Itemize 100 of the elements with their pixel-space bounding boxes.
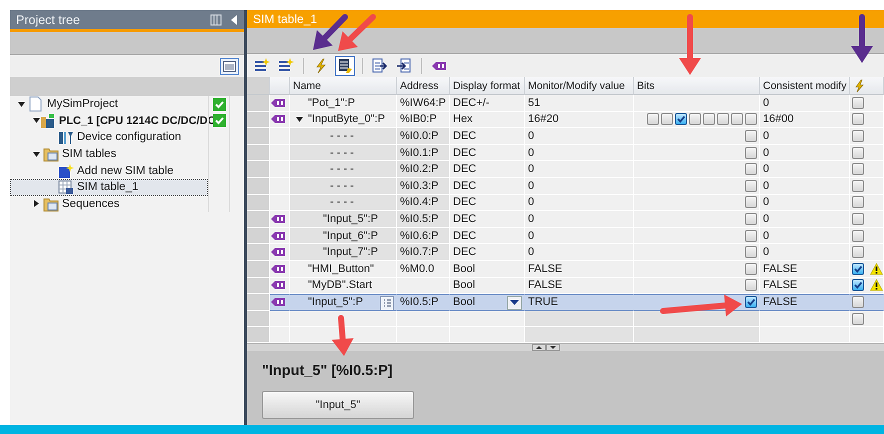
expanded-icon[interactable] [33,150,40,158]
table-cell: %I0.1:P [397,144,450,162]
table-row[interactable]: "HMI_Button" %M0.0 Bool FALSE FALSE [247,260,884,278]
checkbox[interactable] [745,279,757,292]
checkbox[interactable] [852,312,864,325]
column-header[interactable]: Monitor/Modify value [525,77,634,95]
table-row[interactable]: "Input_7":P %I0.7:P DEC 0 0 [247,244,884,261]
table-row[interactable]: "Pot_1":P %IW64:P DEC+/- 51 0 [247,95,884,112]
tree-item[interactable]: MySimProject [10,96,244,113]
table-row[interactable]: - - - - %I0.4:P DEC 0 0 [247,194,884,212]
column-header[interactable]: Address [397,77,450,95]
tree-item[interactable]: Device configuration [10,129,244,146]
table-cell: DEC [450,144,525,162]
column-header[interactable]: Display format [450,77,525,95]
checkbox[interactable] [852,296,864,308]
checkbox[interactable] [745,146,757,159]
row-header [247,112,270,128]
checkbox[interactable] [745,246,757,258]
checkbox[interactable] [852,180,864,192]
checkbox[interactable] [852,279,864,292]
checkbox[interactable] [661,113,673,126]
row-header [247,244,270,261]
table-cell: 0 [525,161,634,178]
checkbox[interactable] [852,130,864,142]
modify-icon [337,58,353,74]
pin-icon[interactable] [210,14,222,26]
checkbox[interactable] [689,113,701,126]
table-cell: 0 [760,228,850,244]
collapse-up-button[interactable] [532,344,546,351]
checkbox[interactable] [675,113,687,126]
checkbox[interactable] [717,113,729,126]
expanded-icon[interactable] [33,117,40,124]
row-header [247,260,270,278]
tag-icon [270,264,286,274]
checkbox[interactable] [745,296,757,308]
column-header[interactable] [850,77,884,95]
checkbox[interactable] [745,212,757,225]
checkbox[interactable] [852,230,864,242]
table-cell: %M0.0 [397,260,450,278]
table-cell: 0 [525,128,634,145]
checkbox[interactable] [745,163,757,176]
table-cell: 0 [760,95,850,112]
device-icon [58,129,74,146]
table-row[interactable]: - - - - %I0.2:P DEC 0 0 [247,161,884,178]
table-cell: 0 [525,228,634,244]
checkbox[interactable] [852,246,864,258]
table-cell: 0 [525,211,634,228]
lightning-icon [853,78,865,92]
checkbox[interactable] [852,196,864,208]
tag-name: "MyDB".Start [308,279,372,292]
export-button[interactable] [370,56,390,76]
table-cell: 0 [760,194,850,212]
list-button[interactable] [380,296,394,310]
column-header[interactable]: Consistent modify [760,77,850,95]
tag-icon [270,280,286,290]
tree-label: SIM tables [62,148,116,160]
table-row[interactable]: - - - - %I0.1:P DEC 0 0 [247,144,884,162]
checkbox[interactable] [852,212,864,225]
checkbox[interactable] [731,113,743,126]
dropdown-button[interactable] [507,296,522,310]
checkbox[interactable] [745,196,757,208]
checkbox[interactable] [852,96,864,109]
tree-item[interactable]: SIM tables [10,146,244,162]
table-cell: 51 [525,95,634,112]
checkbox[interactable] [703,113,715,126]
checkbox[interactable] [852,163,864,176]
checkbox[interactable] [647,113,659,126]
table-cell: 0 [760,178,850,195]
modify-button[interactable] [335,56,355,76]
table-row[interactable]: - - - - %I0.3:P DEC 0 0 [247,178,884,195]
input-button[interactable]: "Input_5" [262,391,414,419]
row-header [247,211,270,228]
column-header[interactable]: Bits [634,77,760,95]
tree-item[interactable]: Sequences [10,196,244,212]
table-cell: Bool [450,260,525,278]
checkbox[interactable] [745,230,757,242]
checkbox[interactable] [852,113,864,126]
checkbox[interactable] [745,180,757,192]
tag-name: "Input_5":P [323,212,378,225]
checkbox[interactable] [852,146,864,159]
table-row[interactable]: "Input_5":P %I0.5:P Bool TRUE FALSE [247,294,884,311]
list-icon [382,298,392,310]
table-row[interactable]: "Input_5":P %I0.5:P DEC 0 0 [247,211,884,228]
expanded-icon[interactable] [18,100,25,108]
tree-label: Sequences [62,198,120,210]
checkbox[interactable] [745,113,757,126]
checkbox[interactable] [745,262,757,275]
checkbox[interactable] [852,262,864,275]
table-cell: FALSE [760,294,850,311]
collapse-icon[interactable] [230,14,238,26]
table-row[interactable]: "Input_6":P %I0.6:P DEC 0 0 [247,228,884,244]
caret-icon [510,300,519,306]
checkbox[interactable] [745,130,757,142]
view-button[interactable] [220,58,239,74]
table-row[interactable]: - - - - %I0.0:P DEC 0 0 [247,128,884,145]
expanded-icon[interactable] [296,116,303,123]
column-header[interactable]: Name [290,77,397,95]
table-row[interactable]: "InputByte_0":P %IB0:P Hex 16#20 16#00 [247,112,884,128]
collapsed-icon[interactable] [33,200,40,208]
expand-down-button[interactable] [546,344,560,351]
